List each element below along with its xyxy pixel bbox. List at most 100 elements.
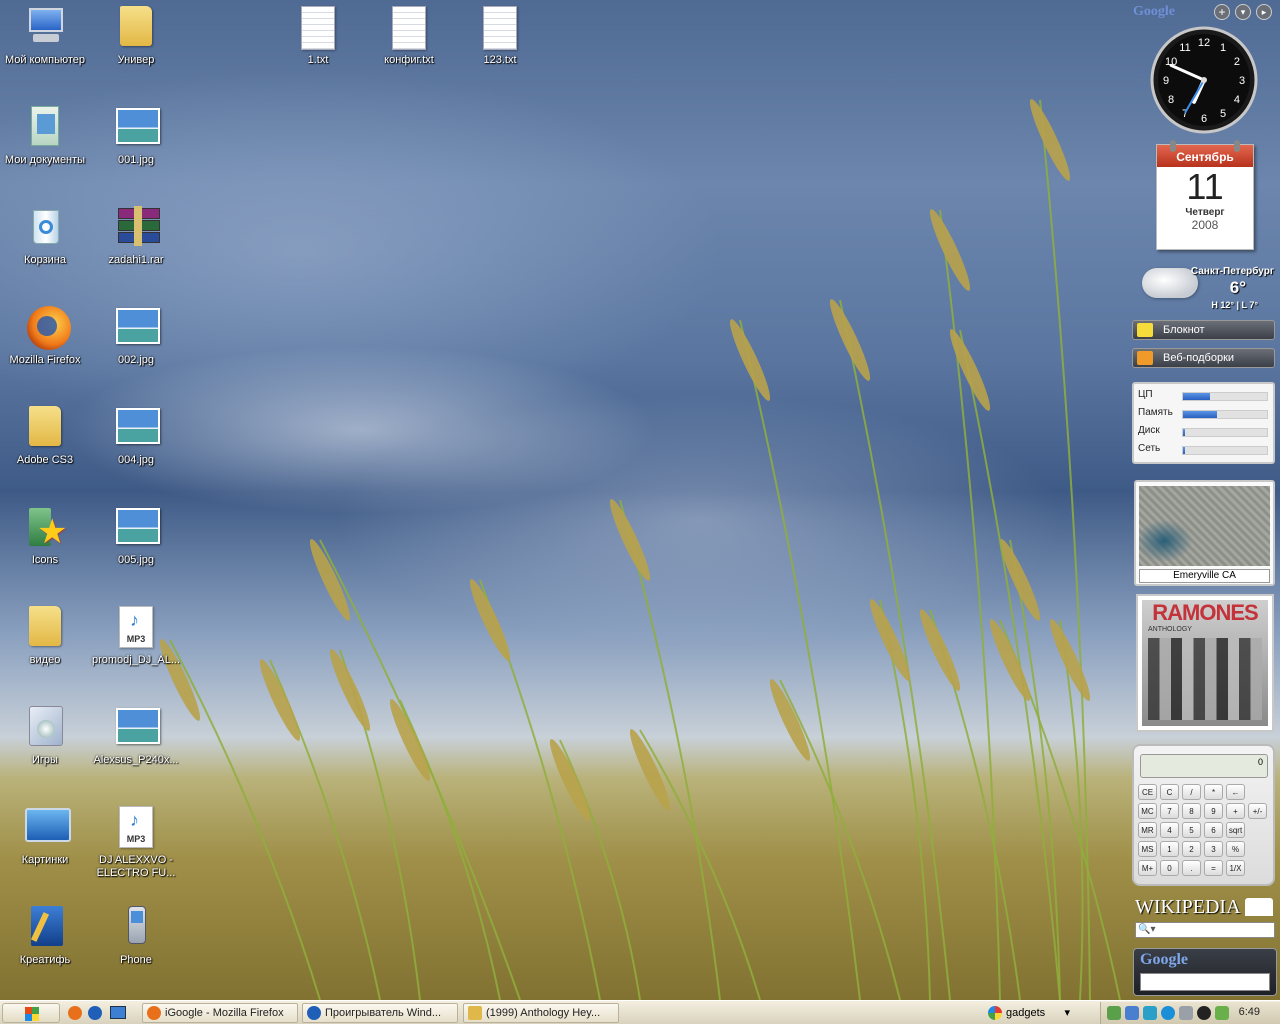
notepad-icon (1137, 323, 1153, 337)
calculator-key[interactable]: 7 (1160, 803, 1179, 819)
taskbar-button-media-player[interactable]: Проигрыватель Wind... (302, 1003, 458, 1023)
calculator-key[interactable]: 9 (1204, 803, 1223, 819)
map-gadget[interactable]: Emeryville CA (1134, 480, 1275, 586)
calculator-key[interactable]: MC (1138, 803, 1157, 819)
desktop-icon-video[interactable]: видео (0, 602, 90, 692)
calculator-key[interactable]: = (1204, 860, 1223, 876)
desktop-icon-1-txt[interactable]: 1.txt (273, 2, 363, 92)
taskbar-button-anthology-folder[interactable]: (1999) Anthology Hey... (463, 1003, 619, 1023)
desktop-icon-phone[interactable]: Phone (91, 902, 181, 992)
desktop-icon-adobe-cs3[interactable]: Adobe CS3 (0, 402, 90, 492)
wikipedia-search-input[interactable]: 🔍▾ (1135, 922, 1275, 938)
calculator-key[interactable]: 3 (1204, 841, 1223, 857)
meter-label: Память (1138, 407, 1173, 418)
desktop-icon-firefox[interactable]: Mozilla Firefox (0, 302, 90, 392)
calculator-key[interactable]: 6 (1204, 822, 1223, 838)
taskbar-button-label: (1999) Anthology Hey... (486, 1007, 601, 1019)
desktop-icon-creative[interactable]: Креатифь (0, 902, 90, 992)
system-meter-gadget[interactable]: ЦП Память Диск Сеть (1132, 382, 1275, 464)
taskbar-button-firefox[interactable]: iGoogle - Mozilla Firefox (142, 1003, 298, 1023)
calculator-gadget[interactable]: 0 CE C / * ← MC 7 8 9 + +/- MR 4 5 6 sqrt MS 1 2 3% M+ 0. = 1/X (1132, 744, 1275, 886)
desktop-icon-my-computer[interactable]: Мой компьютер (0, 2, 90, 92)
calculator-key[interactable]: MR (1138, 822, 1157, 838)
tray-display-icon[interactable] (1125, 1006, 1139, 1020)
desktop-icon-promodj-mp3[interactable]: ♪ MP3 promodj_DJ_AL... (91, 602, 181, 692)
desktop-icon-123-txt[interactable]: 123.txt (455, 2, 545, 92)
calculator-key[interactable]: +/- (1248, 803, 1267, 819)
tray-volume-icon[interactable] (1179, 1006, 1193, 1020)
desktop-icon-univer[interactable]: Универ (91, 2, 181, 92)
google-search-input[interactable] (1140, 973, 1270, 991)
meter-row: ЦП (1138, 389, 1272, 403)
calendar-ring-icon (1170, 140, 1176, 152)
calculator-key[interactable]: 2 (1182, 841, 1201, 857)
google-logo[interactable]: Google (1133, 4, 1175, 20)
calculator-key[interactable]: 8 (1182, 803, 1201, 819)
google-search-gadget[interactable]: Google (1133, 948, 1277, 996)
tray-messenger-icon[interactable] (1143, 1006, 1157, 1020)
calculator-key[interactable]: sqrt (1226, 822, 1245, 838)
feeds-label: Веб-подборки (1163, 352, 1235, 364)
calculator-key[interactable]: 0 (1160, 860, 1179, 876)
add-gadget-button[interactable]: + (1214, 4, 1230, 20)
tray-network-icon[interactable] (1107, 1006, 1121, 1020)
desktop-icon-001-jpg[interactable]: 001.jpg (91, 102, 181, 192)
calculator-key[interactable]: 4 (1160, 822, 1179, 838)
calculator-key[interactable]: / (1182, 784, 1201, 800)
gadgets-search-button[interactable]: gadgets ▾ (984, 1003, 1076, 1023)
sidebar-next-button[interactable]: ▸ (1256, 4, 1272, 20)
tray-torrent-icon[interactable] (1215, 1006, 1229, 1020)
calculator-key[interactable]: 5 (1182, 822, 1201, 838)
desktop-icon-label: Phone (120, 954, 152, 966)
calculator-key[interactable]: C (1160, 784, 1179, 800)
desktop-icon-label: Мой компьютер (4, 54, 86, 66)
calculator-key[interactable]: * (1204, 784, 1223, 800)
clock-gadget[interactable]: 12 1234567891011 (1150, 26, 1258, 134)
tray-clock[interactable]: 6:49 (1239, 1006, 1260, 1018)
quicklaunch-player-icon[interactable] (88, 1006, 102, 1020)
weather-gadget[interactable]: Санкт-Петербург 6° H 12° | L 7° (1140, 260, 1276, 314)
clock-numeral: 5 (1220, 108, 1226, 120)
desktop-icon-zadahi1-rar[interactable]: zadahi1.rar (91, 202, 181, 292)
desktop-icon-004-jpg[interactable]: 004.jpg (91, 402, 181, 492)
start-button[interactable] (2, 1003, 60, 1023)
tray-skype-icon[interactable] (1161, 1006, 1175, 1020)
calculator-key[interactable]: % (1226, 841, 1245, 857)
desktop-icon-005-jpg[interactable]: 005.jpg (91, 502, 181, 592)
sidebar-menu-button[interactable]: ▾ (1235, 4, 1251, 20)
notepad-gadget[interactable]: Блокнот (1132, 320, 1275, 340)
map-caption: Emeryville CA (1139, 569, 1270, 583)
desktop-icon-pictures[interactable]: Картинки (0, 802, 90, 892)
quicklaunch-desktop-icon[interactable] (110, 1006, 126, 1019)
desktop-icon-label: Мои документы (4, 154, 86, 166)
feeds-gadget[interactable]: Веб-подборки (1132, 348, 1275, 368)
wikipedia-gadget[interactable]: WIKIPEDIA 🔍▾ (1133, 894, 1277, 942)
desktop-icon-icons[interactable]: ★ Icons (0, 502, 90, 592)
desktop-icon-label: Adobe CS3 (16, 454, 74, 466)
wikipedia-book-icon (1245, 898, 1273, 916)
desktop-icon-002-jpg[interactable]: 002.jpg (91, 302, 181, 392)
calculator-key[interactable]: . (1182, 860, 1201, 876)
desktop-icon-dj-alexxvo-mp3[interactable]: ♪ MP3 DJ ALEXXVO - ELECTRO FU... (91, 802, 181, 892)
folder-icon (468, 1006, 482, 1020)
calendar-weekday: Четверг (1185, 207, 1225, 218)
album-art-gadget[interactable]: RAMONES ANTHOLOGY (1136, 594, 1274, 732)
calendar-ring-icon (1234, 140, 1240, 152)
calculator-key[interactable]: + (1226, 803, 1245, 819)
tray-antivirus-icon[interactable] (1197, 1006, 1211, 1020)
desktop-icon-alexsus-jpg[interactable]: Alexsus_P240x... (91, 702, 181, 792)
google-search-logo: Google (1140, 951, 1188, 968)
calculator-key[interactable]: CE (1138, 784, 1157, 800)
calculator-key[interactable]: 1/X (1226, 860, 1245, 876)
calculator-key[interactable]: M+ (1138, 860, 1157, 876)
desktop-icon-config-txt[interactable]: конфиг.txt (364, 2, 454, 92)
calculator-key[interactable]: ← (1226, 784, 1245, 800)
calculator-key[interactable]: MS (1138, 841, 1157, 857)
quicklaunch-firefox-icon[interactable] (68, 1006, 82, 1020)
calculator-key[interactable]: 1 (1160, 841, 1179, 857)
meter-fill (1183, 393, 1210, 400)
desktop-icon-games[interactable]: Игры (0, 702, 90, 792)
calendar-gadget[interactable]: Сентябрь 11 Четверг 2008 (1156, 144, 1254, 250)
desktop-icon-my-documents[interactable]: Мои документы (0, 102, 90, 192)
desktop-icon-recycle-bin[interactable]: Корзина (0, 202, 90, 292)
